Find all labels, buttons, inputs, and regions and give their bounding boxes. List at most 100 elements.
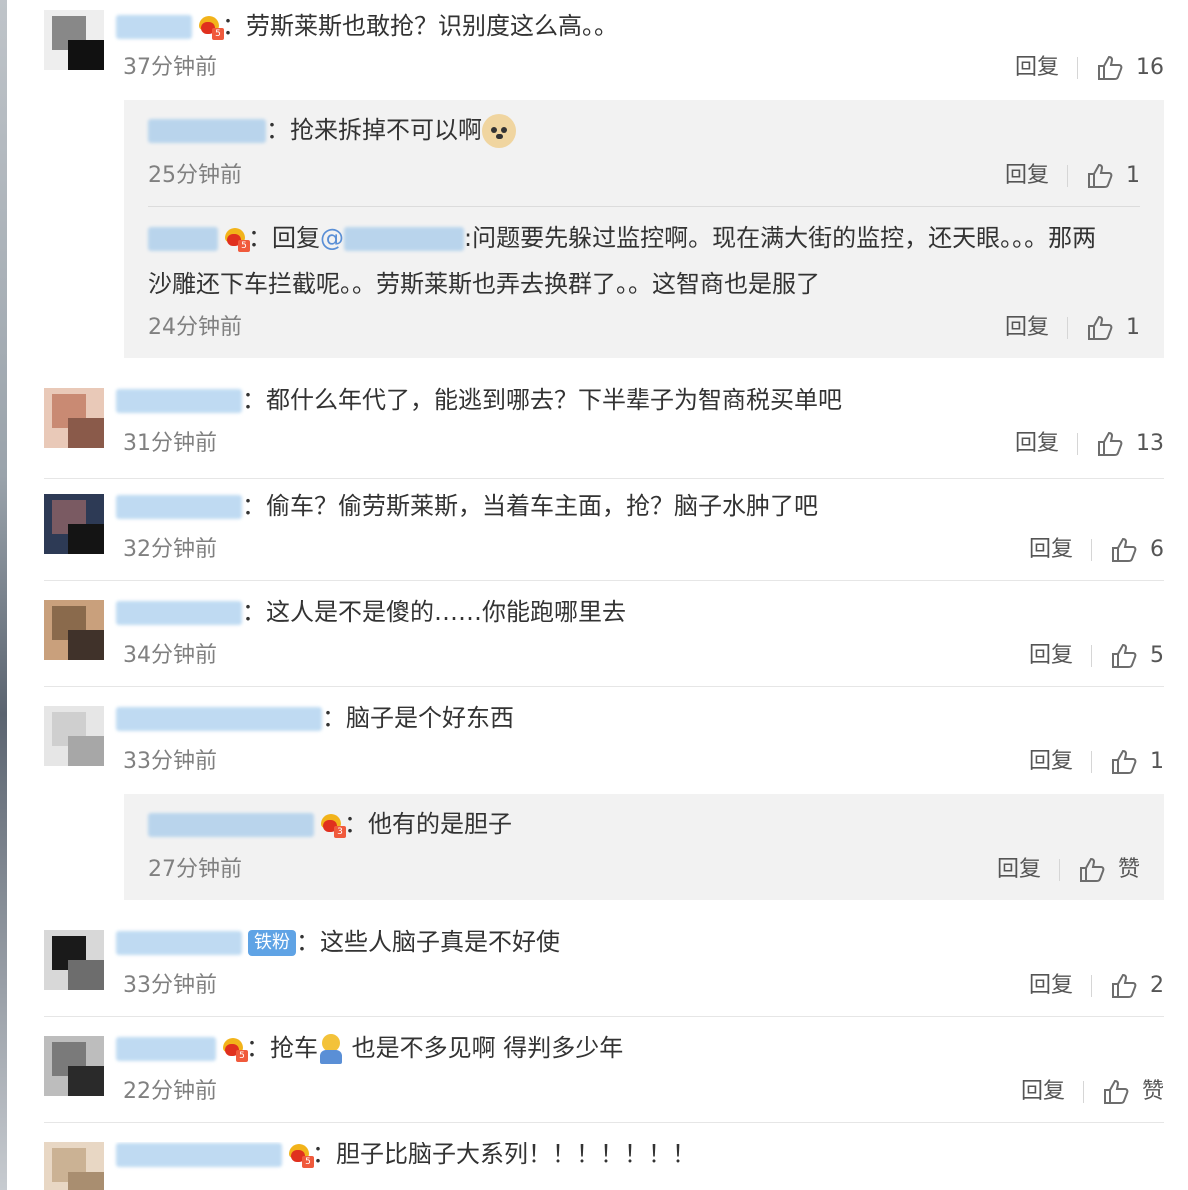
like-button[interactable]: 13 — [1096, 430, 1164, 458]
window-edge — [0, 0, 7, 1190]
like-button[interactable]: 5 — [1110, 642, 1164, 670]
reply-prefix: 回复 — [272, 224, 320, 252]
like-count: 5 — [1150, 643, 1164, 668]
thumbs-up-icon — [1079, 857, 1105, 882]
reply-thread: 3 ：他有的是胆子 27分钟前 回复 赞 — [124, 794, 1164, 900]
reply-button[interactable]: 回复 — [1029, 536, 1073, 564]
colon: ： — [246, 1034, 270, 1062]
comment-item: 5 ：劳斯莱斯也敢抢？识别度这么高。。 37分钟前 回复 16 — [44, 10, 1164, 90]
comment-line: ：脑子是个好东西 — [116, 702, 1164, 734]
like-button[interactable]: 16 — [1096, 54, 1164, 82]
reply-text: 他有的是胆子 — [368, 810, 512, 838]
thumbs-up-icon — [1088, 315, 1113, 340]
reply-text: 抢来拆掉不可以啊 — [290, 116, 482, 144]
username-link[interactable] — [116, 931, 242, 955]
reply-actions: 回复 赞 — [997, 856, 1140, 884]
comment-actions: 回复 5 — [1029, 642, 1164, 670]
colon: ： — [344, 810, 368, 838]
like-count: 16 — [1136, 55, 1164, 80]
like-count: 1 — [1150, 749, 1164, 774]
like-button[interactable]: 6 — [1110, 536, 1164, 564]
comment-actions: 回复 赞 — [1021, 1078, 1164, 1106]
reply-button[interactable]: 回复 — [1029, 972, 1073, 1000]
username-link[interactable] — [116, 601, 242, 625]
like-button[interactable]: 1 — [1086, 314, 1140, 342]
avatar[interactable] — [44, 388, 104, 448]
comment-time: 31分钟前 — [123, 431, 217, 456]
colon: ： — [222, 12, 246, 40]
comment-text: 劳斯莱斯也敢抢？识别度这么高。。 — [246, 12, 618, 40]
username-link[interactable] — [148, 119, 266, 143]
colon: ： — [266, 116, 290, 144]
like-button[interactable]: 赞 — [1078, 856, 1140, 884]
avatar[interactable] — [44, 706, 104, 766]
divider — [44, 686, 1164, 687]
username-link[interactable] — [148, 227, 218, 251]
comment-actions: 回复 16 — [1015, 54, 1164, 82]
comment-actions: 回复 2 — [1029, 972, 1164, 1000]
like-label: 赞 — [1141, 1079, 1164, 1104]
reply-actions: 回复 1 — [1005, 314, 1140, 342]
username-link[interactable] — [116, 707, 322, 731]
like-button[interactable]: 1 — [1110, 748, 1164, 776]
reply-line-2: 沙雕还下车拦截呢。。劳斯莱斯也弄去换群了。。这智商也是服了 — [148, 268, 1140, 300]
comment-text: 都什么年代了，能逃到哪去？下半辈子为智商税买单吧 — [266, 386, 842, 414]
like-count: 1 — [1126, 315, 1140, 340]
avatar[interactable] — [44, 1036, 104, 1096]
divider — [1091, 539, 1092, 561]
comment-text: 胆子比脑子大系列！！！！！！！ — [336, 1142, 696, 1168]
vip-crown-icon: 5 — [286, 1142, 314, 1168]
emoji-man-icon — [318, 1034, 344, 1064]
divider — [1091, 751, 1092, 773]
comment-item: ：这人是不是傻的……你能跑哪里去 34分钟前 回复 5 — [44, 598, 1164, 680]
like-button[interactable]: 赞 — [1102, 1078, 1164, 1106]
comment-text-cont: 也是不多见啊 得判多少年 — [344, 1034, 624, 1062]
mention-username[interactable] — [344, 227, 464, 251]
username-link[interactable] — [116, 495, 242, 519]
like-button[interactable]: 1 — [1086, 162, 1140, 190]
comment-text: 这人是不是傻的……你能跑哪里去 — [266, 598, 626, 626]
username-link[interactable] — [116, 15, 192, 39]
comment-item: 5 ：胆子比脑子大系列！！！！！！！ — [44, 1142, 1164, 1190]
divider — [44, 1016, 1164, 1017]
divider — [1058, 859, 1060, 881]
colon: ： — [322, 704, 346, 732]
reply-button[interactable]: 回复 — [997, 856, 1041, 884]
username-link[interactable] — [116, 389, 242, 413]
avatar[interactable] — [44, 1142, 104, 1190]
reply-line: ：抢来拆掉不可以啊 — [148, 114, 1140, 148]
comment-item: 铁粉 ：这些人脑子真是不好使 33分钟前 回复 2 — [44, 928, 1164, 1010]
mention-link[interactable]: @ — [320, 224, 344, 252]
like-button[interactable]: 2 — [1110, 972, 1164, 1000]
thumbs-up-icon — [1112, 749, 1137, 774]
username-link[interactable] — [116, 1143, 282, 1167]
reply-button[interactable]: 回复 — [1021, 1078, 1065, 1106]
reply-button[interactable]: 回复 — [1015, 430, 1059, 458]
divider — [1077, 57, 1078, 79]
thumbs-up-icon — [1112, 537, 1137, 562]
like-label: 赞 — [1117, 857, 1140, 882]
vip-crown-icon: 5 — [196, 14, 224, 40]
avatar[interactable] — [44, 494, 104, 554]
reply-button[interactable]: 回复 — [1029, 748, 1073, 776]
avatar[interactable] — [44, 600, 104, 660]
comment-time: 33分钟前 — [123, 973, 217, 998]
username-link[interactable] — [148, 813, 314, 837]
divider — [1067, 165, 1068, 187]
avatar[interactable] — [44, 10, 104, 70]
reply-thread: ：抢来拆掉不可以啊 25分钟前 回复 1 5 ：回复@:问题要先躲过监控啊。现在满… — [124, 100, 1164, 358]
reply-text: :问题要先躲过监控啊。现在满大街的监控，还天眼。。。那两 — [464, 224, 1097, 252]
thumbs-up-icon — [1103, 1079, 1129, 1104]
username-link[interactable] — [116, 1037, 216, 1061]
reply-button[interactable]: 回复 — [1015, 54, 1059, 82]
comment-time: 34分钟前 — [123, 643, 217, 668]
reply-button[interactable]: 回复 — [1005, 314, 1049, 342]
comment-time: 37分钟前 — [123, 55, 217, 80]
reply-button[interactable]: 回复 — [1005, 162, 1049, 190]
reply-text-cont: 沙雕还下车拦截呢。。劳斯莱斯也弄去换群了。。这智商也是服了 — [148, 270, 820, 298]
vip-crown-icon: 5 — [220, 1036, 248, 1062]
avatar[interactable] — [44, 930, 104, 990]
comment-time: 22分钟前 — [123, 1079, 217, 1104]
reply-button[interactable]: 回复 — [1029, 642, 1073, 670]
reply-time: 27分钟前 — [148, 857, 242, 882]
